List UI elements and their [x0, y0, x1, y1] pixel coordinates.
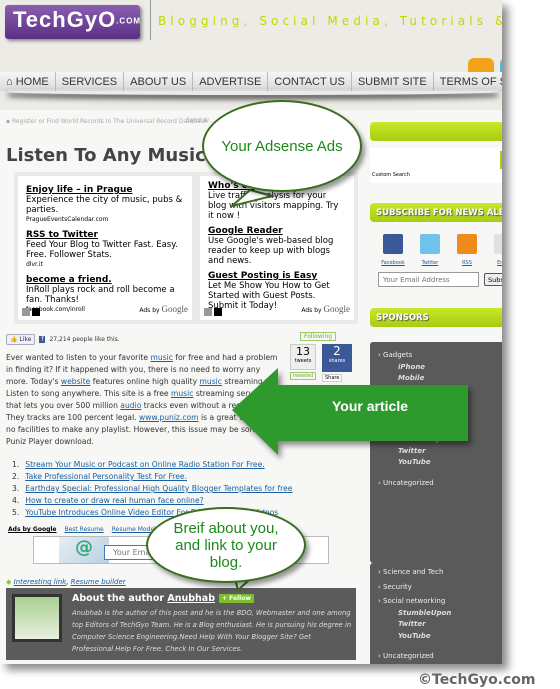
author-callout: Breif about you, and link to your blog. — [146, 507, 306, 583]
watermark: ©TechGyo.com — [418, 672, 536, 688]
ads-callout-tail — [231, 188, 276, 207]
adsense-callout: Your Adsense Ads — [202, 100, 362, 192]
article-callout-label: Your article — [332, 398, 408, 414]
